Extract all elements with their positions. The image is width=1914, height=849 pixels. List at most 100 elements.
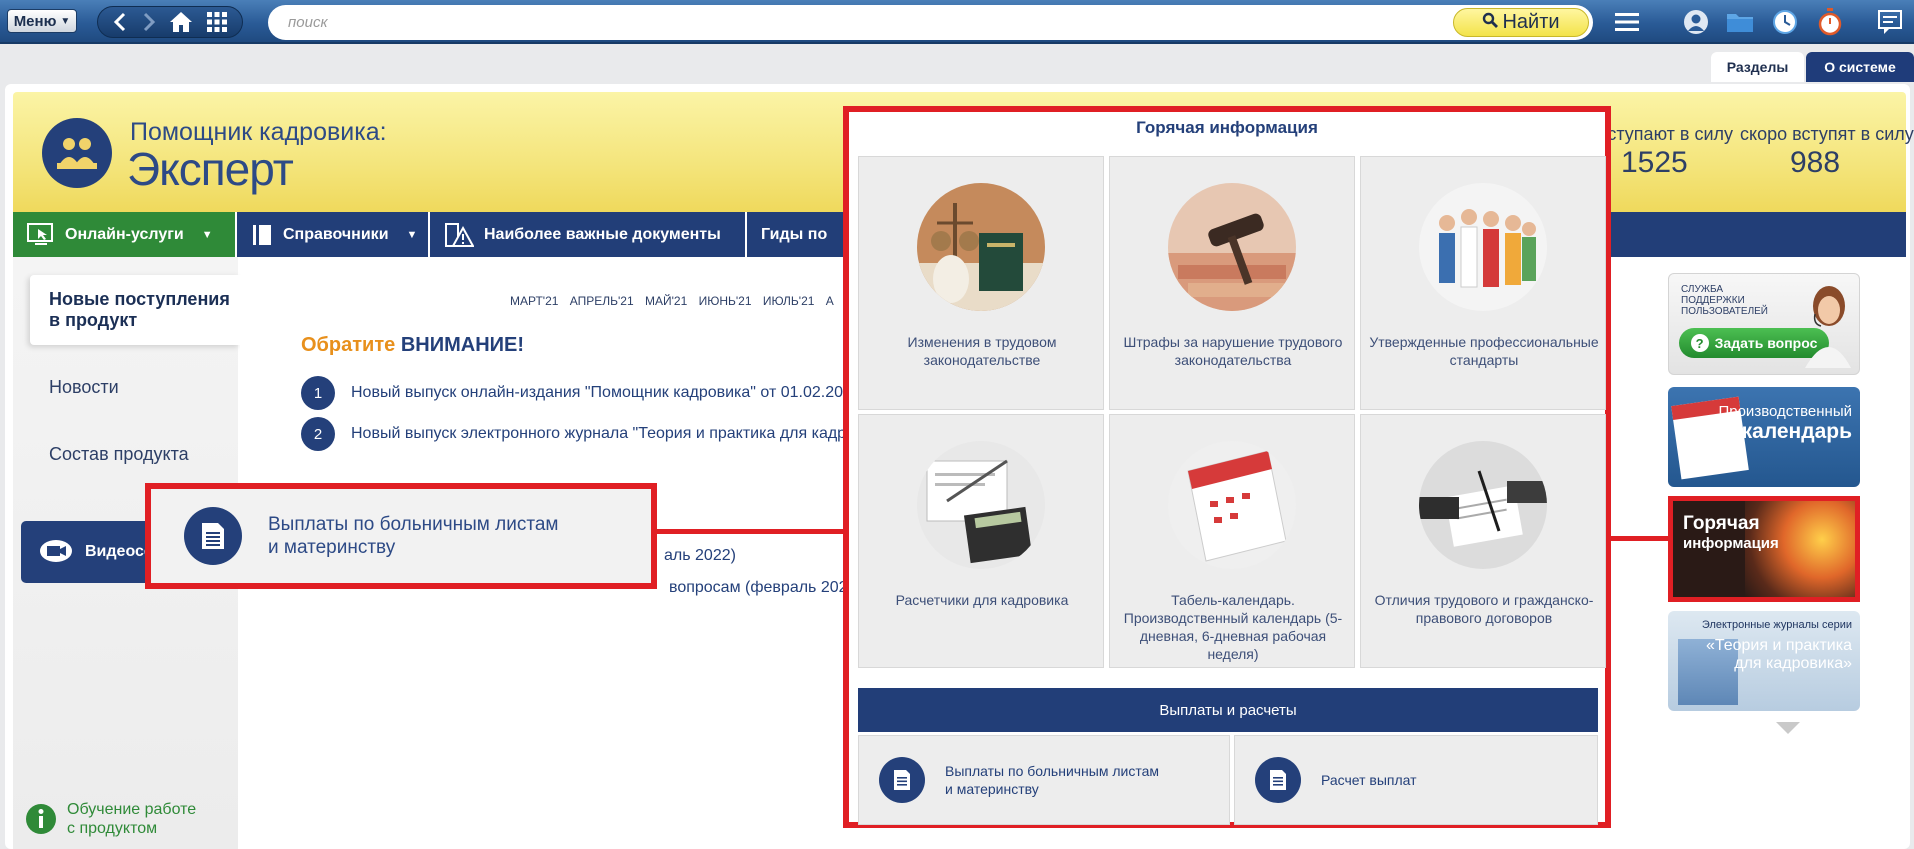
- hot-info-card-contract-differences[interactable]: Отличия трудового и гражданско-правового…: [1360, 414, 1606, 668]
- support-line1: СЛУЖБА: [1681, 284, 1724, 295]
- book-icon: [253, 224, 271, 245]
- chevron-down-icon: ▼: [201, 228, 213, 241]
- production-calendar-banner[interactable]: Производственный календарь: [1668, 387, 1860, 487]
- hot-info-caption: Табель-календарь. Производственный кален…: [1123, 592, 1343, 662]
- home-icon[interactable]: [169, 11, 193, 33]
- user-profile-icon[interactable]: [1681, 8, 1711, 36]
- calculator-image: [917, 441, 1045, 569]
- nav-important-documents[interactable]: Наиболее важные документы: [430, 212, 747, 257]
- menu-button[interactable]: Меню ▼: [7, 9, 77, 33]
- info-icon: [26, 804, 56, 834]
- calendar-banner-line2: календарь: [1741, 420, 1852, 443]
- hot-info-card-fines[interactable]: Штрафы за нарушение трудового законодате…: [1109, 156, 1355, 410]
- monitor-cursor-icon: [27, 222, 53, 245]
- hot-info-card-calculators[interactable]: Расчетчики для кадровика: [858, 414, 1104, 668]
- question-icon: ?: [1690, 334, 1709, 352]
- calendar-image: [1168, 441, 1296, 569]
- top-toolbar: Меню ▼ Найти: [0, 0, 1914, 44]
- law-scales-image: [917, 183, 1045, 311]
- hot-info-banner[interactable]: Горячая информация: [1668, 496, 1860, 602]
- nav-reference-books[interactable]: Справочники ▼: [237, 212, 430, 257]
- callout-line2: и материнству: [268, 537, 396, 558]
- nav-important-documents-label: Наиболее важные документы: [484, 225, 721, 243]
- payment-line2: и материнству: [945, 781, 1039, 797]
- search-input[interactable]: [288, 12, 1388, 32]
- hot-info-card-timesheet-calendar[interactable]: Табель-календарь. Производственный кален…: [1109, 414, 1355, 668]
- document-icon: [184, 507, 242, 565]
- hot-info-caption: Изменения в трудовом законодательстве: [907, 334, 1057, 368]
- attention-orange: Обратите: [301, 334, 396, 356]
- chevron-down-icon: ▼: [406, 228, 418, 241]
- attention-blue: ВНИМАНИЕ!: [400, 334, 525, 356]
- hot-banner-line1: Горячая: [1683, 513, 1760, 534]
- news-item[interactable]: 2 Новый выпуск электронного журнала "Тео…: [301, 417, 855, 451]
- forward-icon[interactable]: [141, 12, 157, 32]
- magnifier-icon: [1482, 11, 1499, 34]
- stat-label-coming-soon: скоро вступят в силу: [1740, 124, 1914, 144]
- payment-sick-leave[interactable]: Выплаты по больничным листам и материнст…: [858, 735, 1230, 825]
- callout-connector: [657, 529, 849, 534]
- hot-info-card-prof-standards[interactable]: Утвержденные профессиональные стандарты: [1360, 156, 1606, 410]
- stat-value-coming-soon[interactable]: 988: [1790, 146, 1840, 180]
- grid-icon[interactable]: [206, 11, 228, 33]
- news-text: Новый выпуск электронного журнала "Теори…: [351, 425, 855, 442]
- people-icon: [57, 138, 97, 169]
- video-seminars-label: Видеосе: [85, 543, 153, 560]
- feedback-message-icon[interactable]: [1875, 8, 1905, 36]
- zoomed-sick-leave-callout[interactable]: Выплаты по больничным листам и материнст…: [145, 483, 657, 589]
- product-title: Эксперт: [127, 143, 294, 195]
- sidebar-item-news[interactable]: Новости: [30, 377, 240, 398]
- contract-signing-image: [1419, 441, 1547, 569]
- training-line1: Обучение работе: [67, 801, 197, 818]
- news-item[interactable]: 1 Новый выпуск онлайн-издания "Помощник …: [301, 376, 852, 410]
- nav-online-services-label: Онлайн-услуги: [65, 225, 184, 243]
- journals-banner[interactable]: Электронные журналы серии «Теория и прак…: [1668, 611, 1860, 711]
- hot-info-title: Горячая информация: [1136, 118, 1318, 137]
- nav-online-services[interactable]: Онлайн-услуги ▼: [13, 212, 237, 257]
- news-item-partial[interactable]: аль 2022): [664, 547, 736, 565]
- support-operator-image: [1801, 280, 1853, 368]
- support-line3: ПОЛЬЗОВАТЕЛЕЙ: [1681, 306, 1768, 317]
- payment-calculation[interactable]: Расчет выплат: [1234, 735, 1598, 825]
- document-icon: [879, 757, 925, 803]
- calendar-banner-line1: Производственный: [1718, 403, 1852, 420]
- back-icon[interactable]: [112, 12, 128, 32]
- tab-about[interactable]: О системе: [1806, 52, 1914, 82]
- hot-info-caption: Утвержденные профессиональные стандарты: [1369, 334, 1599, 368]
- search-box: Найти: [268, 5, 1593, 40]
- nav-guides-label: Гиды по: [761, 225, 828, 243]
- history-clock-icon[interactable]: [1770, 8, 1800, 36]
- attention-heading: Обратите ВНИМАНИЕ!: [301, 334, 524, 357]
- sidebar-item-product-contents[interactable]: Состав продукта: [30, 444, 240, 465]
- payments-section-header: Выплаты и расчеты: [858, 688, 1598, 732]
- find-label: Найти: [1502, 11, 1560, 33]
- hot-info-card-law-changes[interactable]: Изменения в трудовом законодательстве: [858, 156, 1104, 410]
- navigation-group: [97, 6, 243, 38]
- news-item-partial[interactable]: вопросам (февраль 202: [669, 579, 848, 597]
- news-text: Новый выпуск онлайн-издания "Помощник ка…: [351, 384, 852, 401]
- months-filter[interactable]: МАРТ'21 АПРЕЛЬ'21 МАЙ'21 ИЮНЬ'21 ИЮЛЬ'21…: [510, 294, 834, 308]
- news-number: 1: [301, 376, 335, 410]
- hot-info-caption: Отличия трудового и гражданско-правового…: [1374, 592, 1594, 626]
- sidebar-item-new-arrivals[interactable]: Новые поступления в продукт: [30, 275, 240, 345]
- menu-label: Меню: [13, 12, 57, 30]
- professionals-image: [1419, 183, 1547, 311]
- payment-line1: Расчет выплат: [1321, 772, 1417, 788]
- hot-info-caption: Расчетчики для кадровика: [895, 592, 1069, 608]
- stopwatch-icon[interactable]: [1815, 8, 1845, 36]
- news-number: 2: [301, 417, 335, 451]
- hot-banner-line2: информация: [1683, 535, 1779, 552]
- callout-text: Выплаты по больничным листам и материнст…: [268, 513, 558, 559]
- find-button[interactable]: Найти: [1453, 8, 1589, 37]
- gavel-money-image: [1168, 183, 1296, 311]
- folder-icon[interactable]: [1725, 8, 1755, 36]
- chevron-down-icon: ▼: [60, 15, 71, 27]
- support-banner[interactable]: СЛУЖБА ПОДДЕРЖКИ ПОЛЬЗОВАТЕЛЕЙ ? Задать …: [1668, 273, 1860, 375]
- hot-info-panel: Горячая информация Изменения в трудовом …: [843, 106, 1611, 828]
- tab-sections[interactable]: Разделы: [1711, 52, 1804, 82]
- banners-scroll-down-arrow[interactable]: [1776, 722, 1800, 734]
- hamburger-menu-icon[interactable]: [1612, 8, 1642, 36]
- product-training-link[interactable]: Обучение работе с продуктом: [25, 800, 196, 838]
- stat-value-in-force[interactable]: 1525: [1621, 146, 1688, 180]
- callout-line1: Выплаты по больничным листам: [268, 514, 559, 535]
